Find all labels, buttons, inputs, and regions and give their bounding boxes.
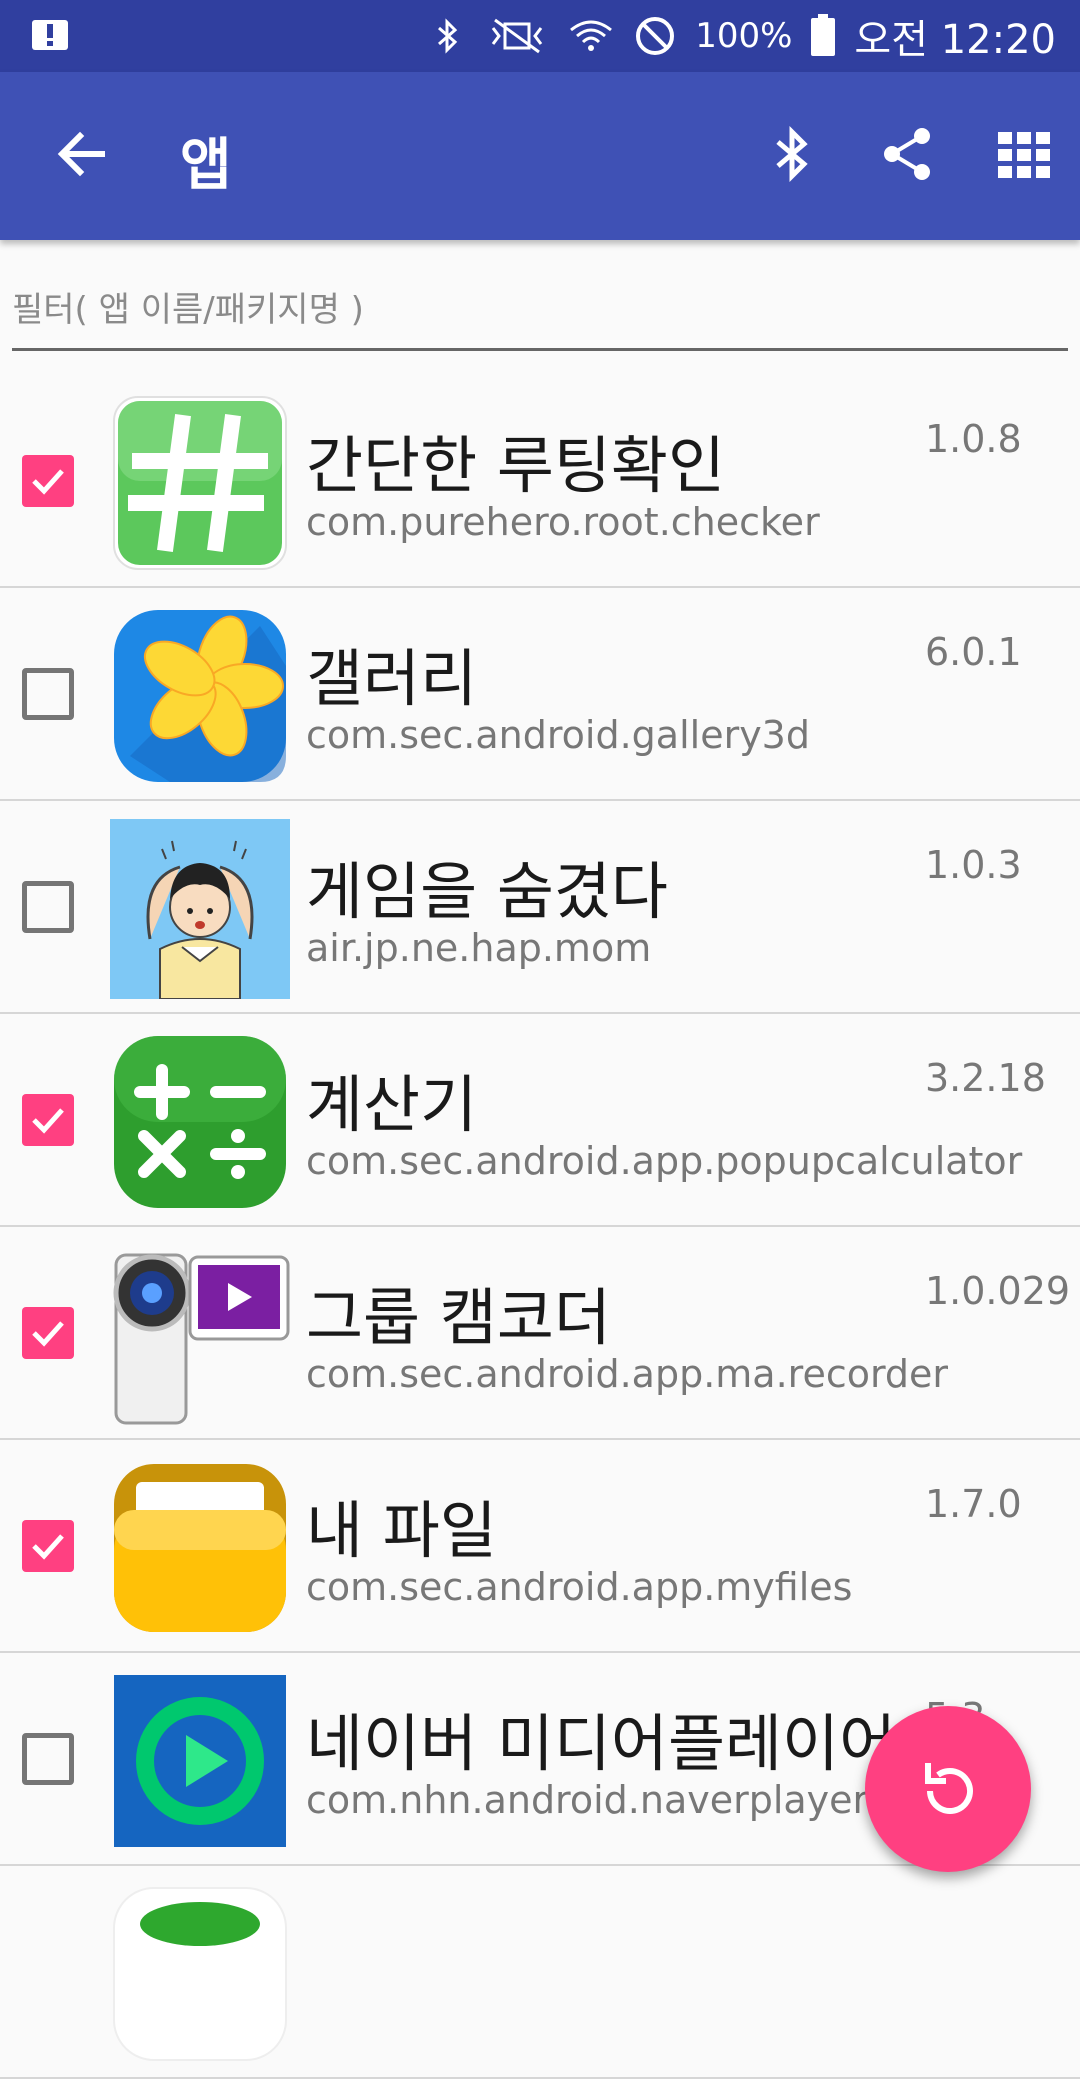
- page-title: 앱: [180, 133, 232, 198]
- checkbox[interactable]: [22, 1520, 74, 1572]
- status-bar: 100% 오전 12:20: [0, 0, 1080, 72]
- checkbox[interactable]: [22, 881, 74, 933]
- version: 1.0.3: [925, 843, 1022, 887]
- grid-view-icon[interactable]: [992, 122, 1056, 186]
- app-name: 그룹 캠코더: [306, 1281, 611, 1354]
- vibrate-mute-icon: [492, 18, 543, 54]
- battery-icon: [811, 14, 836, 56]
- my-files-icon: [114, 1464, 286, 1632]
- gallery-icon: [114, 610, 286, 782]
- clock: 오전 12:20: [854, 17, 1056, 63]
- package-name: com.sec.android.gallery3d: [306, 713, 810, 757]
- list-item[interactable]: 그룹 캠코더 com.sec.android.app.ma.recorder 1…: [0, 1227, 1080, 1440]
- notification-icon: [32, 20, 68, 50]
- refresh-icon: [925, 1763, 973, 1814]
- app-bar: 앱: [0, 72, 1080, 240]
- app-name: 네이버 미디어플레이어: [306, 1707, 897, 1780]
- checkbox[interactable]: [22, 455, 74, 507]
- list-item[interactable]: [0, 1866, 1080, 2079]
- back-arrow-icon[interactable]: [50, 122, 114, 186]
- wifi-icon: [570, 20, 613, 51]
- list-item[interactable]: 내 파일 com.sec.android.app.myfiles 1.7.0: [0, 1440, 1080, 1653]
- root-checker-icon: [113, 396, 287, 570]
- app-name: 계산기: [306, 1068, 478, 1141]
- checkbox[interactable]: [22, 668, 74, 720]
- package-name: air.jp.ne.hap.mom: [306, 926, 652, 970]
- checkbox[interactable]: [22, 1733, 74, 1785]
- app-name: 게임을 숨겼다: [306, 855, 668, 928]
- package-name: com.purehero.root.checker: [306, 500, 820, 544]
- package-name: com.sec.android.app.ma.recorder: [306, 1352, 949, 1396]
- naver-player-icon: [114, 1675, 286, 1847]
- version: 3.2.18: [925, 1056, 1046, 1100]
- app-name: 내 파일: [306, 1494, 497, 1567]
- version: 1.7.0: [925, 1482, 1022, 1526]
- do-not-disturb-icon: [636, 17, 675, 55]
- list-item[interactable]: 게임을 숨겼다 air.jp.ne.hap.mom 1.0.3: [0, 801, 1080, 1014]
- list-item[interactable]: 갤러리 com.sec.android.gallery3d 6.0.1: [0, 588, 1080, 801]
- version: 1.0.8: [925, 417, 1022, 461]
- bluetooth-icon[interactable]: [760, 122, 824, 186]
- list-item[interactable]: 간단한 루팅확인 com.purehero.root.checker 1.0.8: [0, 375, 1080, 588]
- bluetooth-icon: [438, 18, 458, 54]
- filter-input[interactable]: 필터( 앱 이름/패키지명 ): [12, 282, 1068, 331]
- calculator-icon: [114, 1036, 286, 1208]
- app-name: 간단한 루팅확인: [306, 429, 725, 502]
- app-name: 갤러리: [306, 642, 478, 715]
- list-item[interactable]: 계산기 com.sec.android.app.popupcalculator …: [0, 1014, 1080, 1227]
- checkbox[interactable]: [22, 1307, 74, 1359]
- version: 1.0.029: [925, 1269, 1071, 1313]
- share-icon[interactable]: [876, 122, 940, 186]
- refresh-button[interactable]: [865, 1706, 1031, 1872]
- package-name: com.sec.android.app.popupcalculator: [306, 1139, 1023, 1183]
- package-name: com.nhn.android.naverplayer: [306, 1778, 869, 1822]
- version: 6.0.1: [925, 630, 1022, 674]
- filter-underline: [12, 348, 1068, 351]
- hidden-game-icon: [110, 819, 290, 999]
- camcorder-icon: [113, 1253, 290, 1425]
- checkbox[interactable]: [22, 1094, 74, 1146]
- battery-percent: 100%: [695, 16, 793, 56]
- package-name: com.sec.android.app.myfiles: [306, 1565, 853, 1609]
- partial-app-icon: [113, 1887, 287, 2061]
